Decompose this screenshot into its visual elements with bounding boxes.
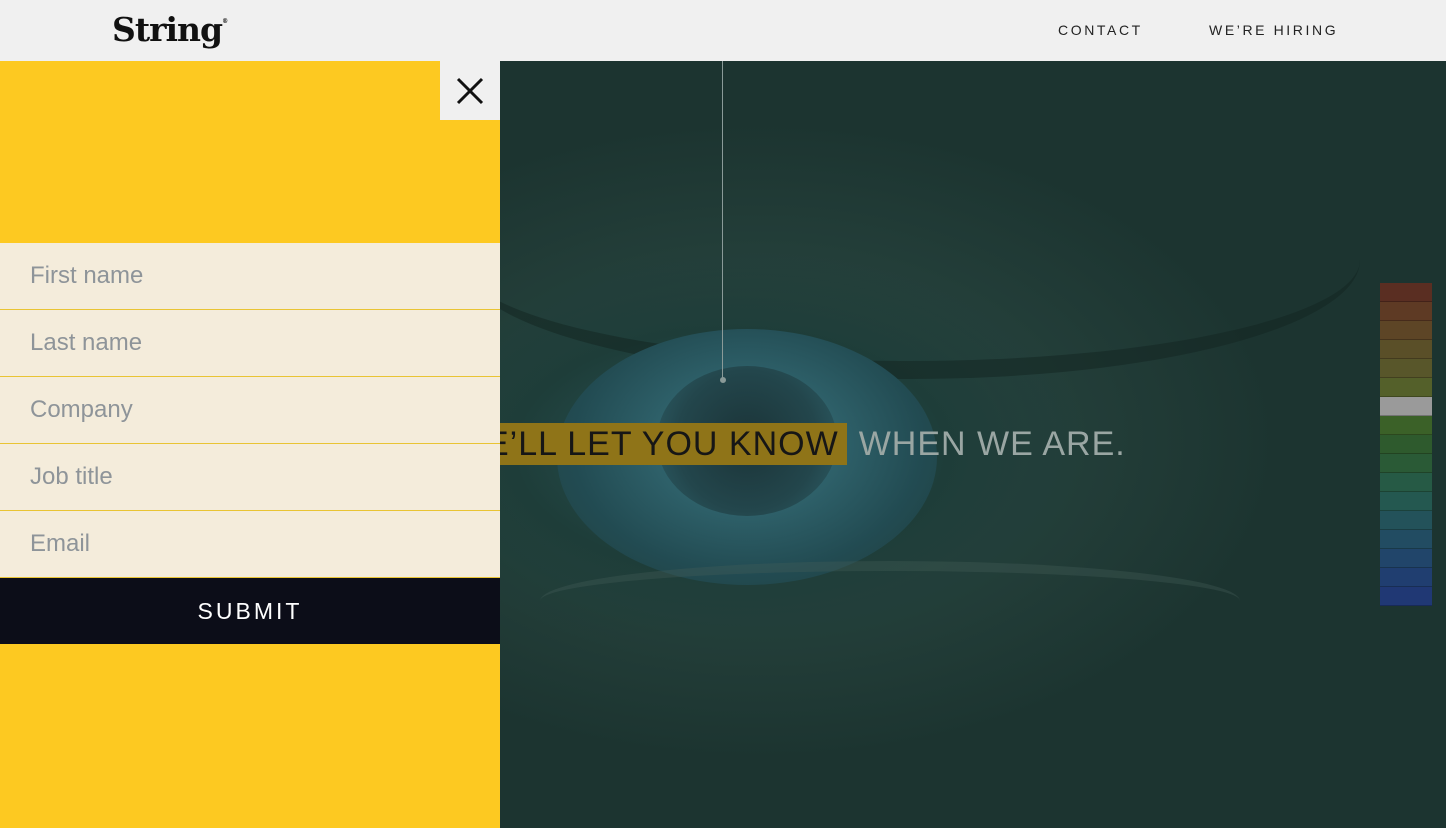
contact-form-panel: SUBMIT	[0, 61, 500, 828]
logo-mark: ®	[222, 18, 228, 25]
contact-form: SUBMIT	[0, 243, 500, 644]
color-swatch[interactable]	[1380, 435, 1432, 454]
hero-eye-background: E’LL LET YOU KNOW WHEN WE ARE.	[500, 61, 1446, 828]
color-swatch[interactable]	[1380, 321, 1432, 340]
color-swatch[interactable]	[1380, 549, 1432, 568]
color-swatch[interactable]	[1380, 378, 1432, 397]
color-swatch[interactable]	[1380, 473, 1432, 492]
color-swatch[interactable]	[1380, 397, 1432, 416]
color-swatch[interactable]	[1380, 530, 1432, 549]
color-swatch[interactable]	[1380, 302, 1432, 321]
color-swatch[interactable]	[1380, 492, 1432, 511]
eye-lower-lid	[540, 561, 1240, 641]
site-header: String® CONTACT WE’RE HIRING	[0, 0, 1446, 61]
color-swatch[interactable]	[1380, 568, 1432, 587]
headline-highlight: E’LL LET YOU KNOW	[500, 423, 847, 465]
color-swatch[interactable]	[1380, 416, 1432, 435]
color-swatch-strip[interactable]	[1380, 283, 1432, 606]
nav-hiring-link[interactable]: WE’RE HIRING	[1209, 22, 1338, 38]
hanging-string-dot	[720, 377, 726, 383]
close-button[interactable]	[440, 61, 500, 120]
color-swatch[interactable]	[1380, 454, 1432, 473]
first-name-field[interactable]	[0, 243, 500, 310]
close-icon	[456, 77, 484, 104]
color-swatch[interactable]	[1380, 587, 1432, 606]
email-field[interactable]	[0, 511, 500, 578]
headline-rest: WHEN WE ARE.	[858, 425, 1126, 463]
nav-contact-link[interactable]: CONTACT	[1058, 22, 1143, 38]
color-swatch[interactable]	[1380, 511, 1432, 530]
hero-headline: E’LL LET YOU KNOW WHEN WE ARE.	[500, 423, 1126, 465]
string-logo[interactable]: String®	[112, 10, 228, 49]
color-swatch[interactable]	[1380, 359, 1432, 378]
color-swatch[interactable]	[1380, 340, 1432, 359]
color-swatch[interactable]	[1380, 283, 1432, 302]
job-title-field[interactable]	[0, 444, 500, 511]
submit-button[interactable]: SUBMIT	[0, 578, 500, 644]
company-field[interactable]	[0, 377, 500, 444]
last-name-field[interactable]	[0, 310, 500, 377]
hanging-string-line	[722, 61, 723, 379]
logo-text: String	[112, 10, 223, 49]
eye-upper-lid	[500, 141, 1360, 379]
